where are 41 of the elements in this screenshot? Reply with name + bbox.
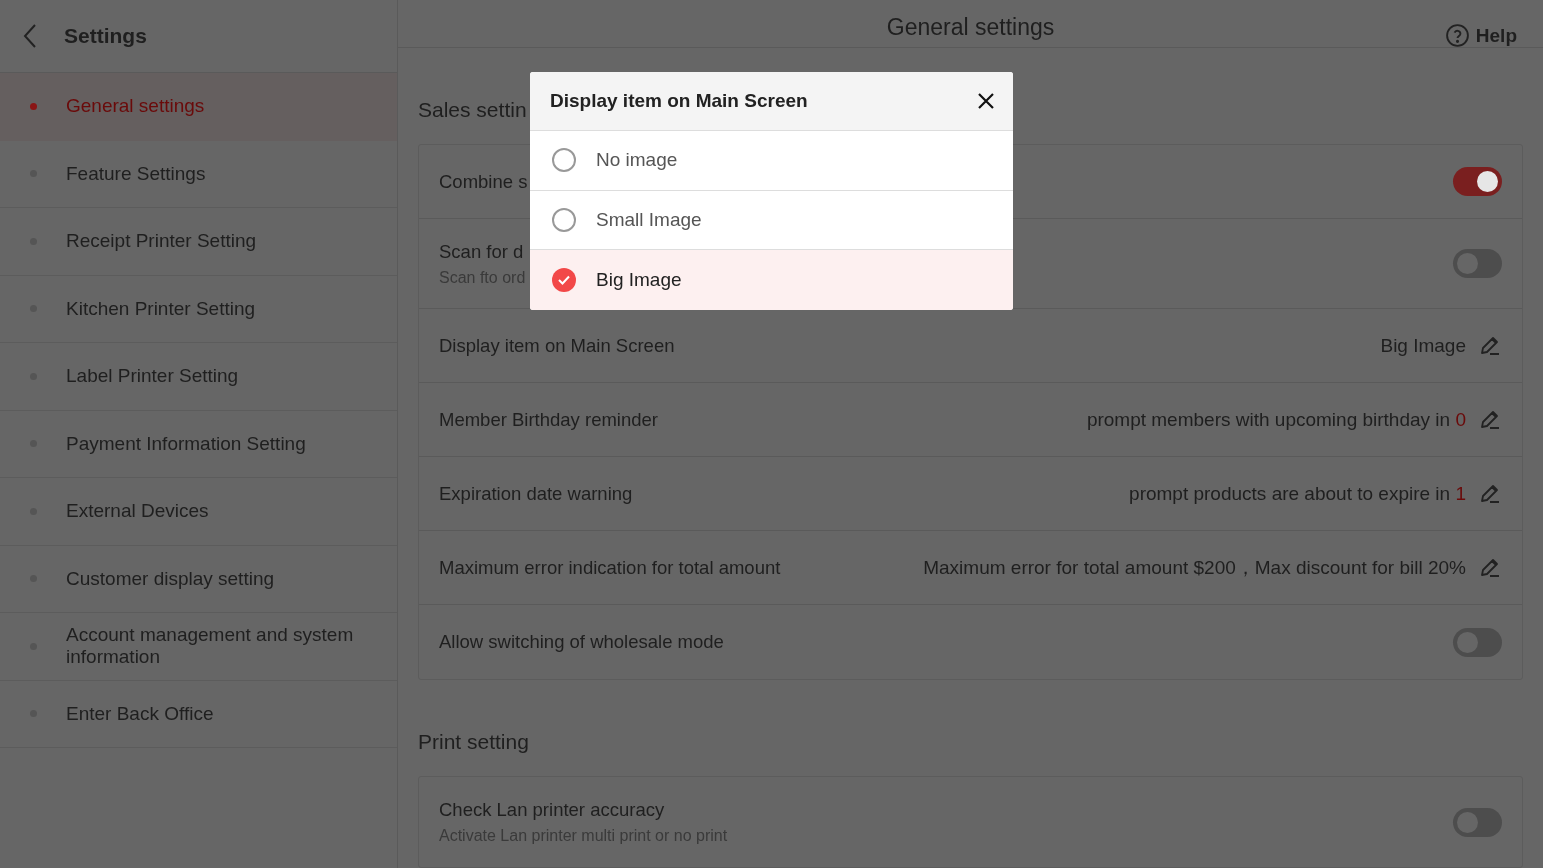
sidebar-item[interactable]: External Devices — [0, 478, 397, 546]
radio-button[interactable] — [552, 207, 576, 232]
page-title: General settings — [886, 14, 1055, 41]
section-title: Sales settin — [418, 98, 527, 122]
radio-button[interactable] — [552, 148, 576, 173]
close-button[interactable] — [977, 92, 995, 110]
toggle-switch[interactable] — [1453, 627, 1502, 657]
sidebar-item[interactable]: Account management and system information — [0, 613, 397, 681]
setting-label: Expiration date warning — [439, 482, 633, 505]
setting-label: Maximum error indication for total amount — [439, 556, 781, 579]
toggle-switch[interactable] — [1453, 249, 1502, 278]
sidebar-item[interactable]: Customer display setting — [0, 545, 397, 613]
toggle-switch[interactable] — [1453, 807, 1502, 837]
bullet-icon — [30, 102, 37, 110]
setting-value: prompt members with upcoming birthday in 0 — [1086, 408, 1466, 431]
setting-label: Display item on Main Screen — [439, 334, 675, 357]
setting-value: Maximum error for total amount $200，Max discount for bill 20% — [923, 555, 1466, 580]
section-title: Print setting — [418, 730, 529, 754]
setting-label: Check Lan printer accuracy — [439, 799, 666, 821]
sidebar-item[interactable]: Label Printer Setting — [0, 343, 397, 411]
setting-label: Combine s — [439, 170, 528, 193]
help-icon — [1444, 23, 1470, 48]
sidebar-item[interactable]: Enter Back Office — [0, 680, 397, 748]
setting-label: Member Birthday reminder — [439, 408, 658, 431]
dialog-title: Display item on Main Screen — [550, 90, 808, 112]
sidebar-title: Settings — [64, 24, 147, 48]
sidebar-item[interactable]: Payment Information Setting — [0, 410, 397, 478]
sidebar-item[interactable]: Feature Settings — [0, 140, 397, 208]
setting-label: Allow switching of wholesale mode — [439, 631, 724, 653]
dialog-option[interactable]: Big Image — [530, 250, 1013, 310]
radio-button[interactable] — [552, 267, 576, 292]
sidebar-item[interactable]: Kitchen Printer Setting — [0, 275, 397, 343]
toggle-switch[interactable] — [1453, 167, 1502, 196]
sidebar-item[interactable]: General settings — [0, 73, 397, 141]
close-icon — [977, 92, 995, 110]
setting-label: Scan for d — [439, 240, 525, 263]
sidebar-item[interactable]: Receipt Printer Setting — [0, 208, 397, 276]
setting-value: Big Image — [1380, 334, 1466, 357]
check-icon — [558, 274, 570, 285]
help-button[interactable]: Help — [1438, 22, 1523, 49]
setting-value: prompt products are about to expire in 1 — [1129, 482, 1466, 505]
